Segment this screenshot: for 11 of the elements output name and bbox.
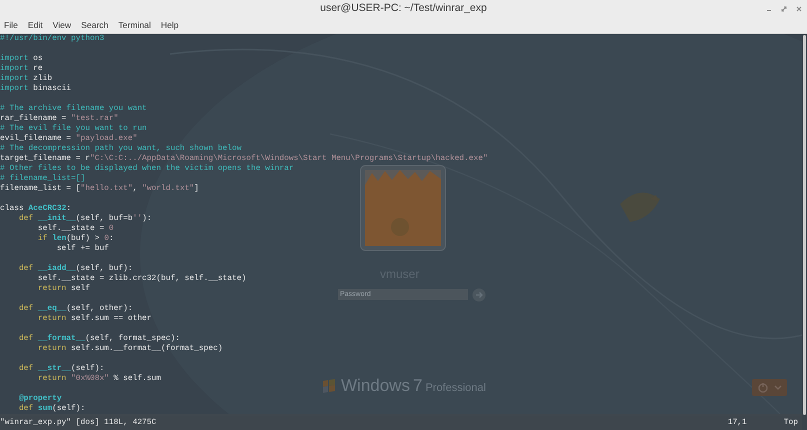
menu-item[interactable]: View [52, 20, 72, 30]
maximize-button[interactable] [780, 4, 788, 12]
close-button[interactable] [795, 4, 803, 12]
maximize-icon [781, 6, 787, 12]
menu-item[interactable]: Edit [28, 20, 43, 30]
window-title: user@USER-PC: ~/Test/winrar_exp [320, 3, 487, 14]
close-icon [796, 6, 802, 12]
menu-item[interactable]: Terminal [118, 20, 151, 30]
menu-item[interactable]: Search [81, 20, 108, 30]
menu-item[interactable]: Help [160, 20, 179, 30]
menu-item[interactable]: File [4, 20, 18, 30]
